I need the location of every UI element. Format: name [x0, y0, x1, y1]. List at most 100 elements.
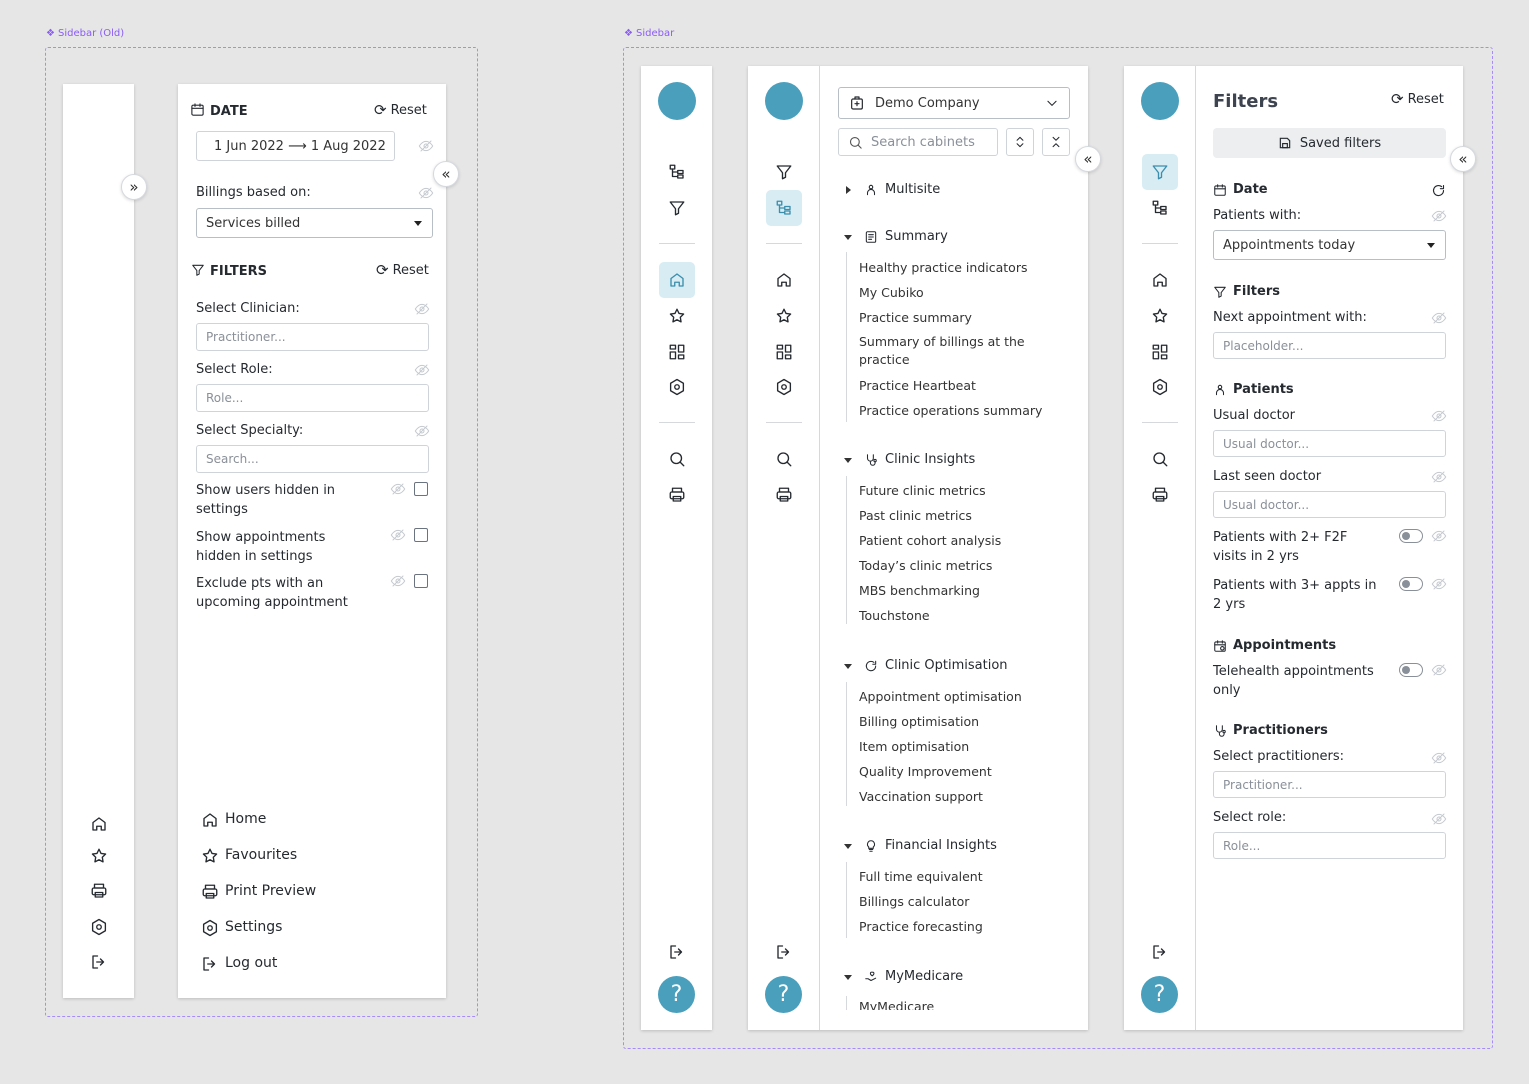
nav-link[interactable]: Touchstone	[859, 608, 930, 623]
eye-off-icon[interactable]	[414, 301, 430, 317]
practitioners-input[interactable]: Practitioner...	[1213, 771, 1446, 798]
dashboard-icon[interactable]	[775, 343, 793, 361]
collapse-button[interactable]: «	[433, 161, 459, 187]
nav-link[interactable]: Healthy practice indicators	[859, 260, 1027, 275]
home-icon[interactable]	[668, 271, 686, 289]
section-summary[interactable]: Summary	[885, 229, 948, 244]
home-icon[interactable]	[90, 815, 108, 833]
collapse-toggle[interactable]	[844, 844, 852, 849]
help-button[interactable]: ?	[1141, 976, 1178, 1013]
help-button[interactable]: ?	[658, 976, 695, 1013]
filter-icon[interactable]	[668, 199, 686, 217]
nav-link[interactable]: Quality Improvement	[859, 764, 992, 779]
eye-off-icon[interactable]	[414, 423, 430, 439]
nav-link[interactable]: Practice operations summary	[859, 403, 1042, 418]
collapse-toggle[interactable]	[844, 975, 852, 980]
usual-doctor-input[interactable]: Usual doctor...	[1213, 430, 1446, 457]
last-seen-input[interactable]: Usual doctor...	[1213, 491, 1446, 518]
nav-link[interactable]: My Cubiko	[859, 285, 924, 300]
expand-toggle[interactable]	[846, 186, 851, 194]
filter-icon[interactable]	[1151, 163, 1169, 181]
printer-icon[interactable]	[668, 486, 686, 504]
gear-icon[interactable]	[90, 918, 108, 936]
appts3-toggle[interactable]	[1399, 577, 1423, 591]
eye-off-icon[interactable]	[1431, 811, 1447, 827]
hierarchy-icon[interactable]	[775, 199, 793, 217]
collapse-toggle[interactable]	[844, 664, 852, 669]
nav-link[interactable]: Patient cohort analysis	[859, 533, 1001, 548]
eye-off-icon[interactable]	[390, 527, 406, 543]
exclude-pts-checkbox[interactable]	[414, 574, 428, 588]
eye-off-icon[interactable]	[1431, 662, 1447, 678]
gear-icon[interactable]	[775, 378, 793, 396]
eye-off-icon[interactable]	[390, 573, 406, 589]
company-select[interactable]: Demo Company	[838, 87, 1070, 119]
section-clinic-insights[interactable]: Clinic Insights	[885, 452, 975, 467]
search-cabinets-input[interactable]: Search cabinets	[838, 128, 998, 156]
specialty-input[interactable]: Search...	[196, 445, 429, 473]
gear-icon[interactable]	[1151, 378, 1169, 396]
patients-with-select[interactable]: Appointments today	[1213, 230, 1446, 260]
hierarchy-icon[interactable]	[1151, 199, 1169, 217]
date-range-input[interactable]: 1 Jun 2022 ⟶ 1 Aug 2022	[196, 131, 395, 161]
nav-link[interactable]: Future clinic metrics	[859, 483, 986, 498]
nav-link[interactable]: Full time equivalent	[859, 869, 983, 884]
nav-link[interactable]: Today’s clinic metrics	[859, 558, 992, 573]
section-mymedicare[interactable]: MyMedicare	[885, 969, 963, 984]
nav-link[interactable]: Appointment optimisation	[859, 689, 1022, 704]
eye-off-icon[interactable]	[418, 138, 434, 154]
nav-link[interactable]: Billing optimisation	[859, 714, 979, 729]
nav-link[interactable]: Practice summary	[859, 310, 972, 325]
nav-link[interactable]: Item optimisation	[859, 739, 969, 754]
eye-off-icon[interactable]	[1431, 310, 1447, 326]
star-icon[interactable]	[775, 307, 793, 325]
f2f-toggle[interactable]	[1399, 529, 1423, 543]
nav-link[interactable]: Practice forecasting	[859, 919, 983, 934]
expand-button[interactable]: »	[121, 174, 147, 200]
section-clinic-optimisation[interactable]: Clinic Optimisation	[885, 658, 1008, 673]
logout-icon[interactable]	[1151, 943, 1169, 961]
saved-filters-button[interactable]: Saved filters	[1213, 128, 1446, 158]
logout-icon[interactable]	[668, 943, 686, 961]
collapse-all-button[interactable]	[1042, 128, 1070, 156]
clinician-input[interactable]: Practitioner...	[196, 323, 429, 351]
printer-icon[interactable]	[1151, 486, 1169, 504]
show-appts-hidden-checkbox[interactable]	[414, 528, 428, 542]
collapse-toggle[interactable]	[844, 458, 852, 463]
star-icon[interactable]	[668, 307, 686, 325]
collapse-toggle[interactable]	[844, 235, 852, 240]
nav-link[interactable]: Vaccination support	[859, 789, 983, 804]
home-icon[interactable]	[1151, 271, 1169, 289]
refresh-icon[interactable]	[1431, 183, 1446, 198]
eye-off-icon[interactable]	[414, 362, 430, 378]
next-appt-input[interactable]: Placeholder...	[1213, 332, 1446, 359]
nav-link[interactable]: Practice Heartbeat	[859, 378, 976, 393]
eye-off-icon[interactable]	[1431, 528, 1447, 544]
eye-off-icon[interactable]	[1431, 469, 1447, 485]
nav-link[interactable]: Past clinic metrics	[859, 508, 972, 523]
printer-icon[interactable]	[90, 882, 108, 900]
filters-reset-button[interactable]: ⟳ Reset	[1391, 92, 1444, 108]
date-reset-button[interactable]: ⟳ Reset	[374, 103, 427, 119]
collapse-button[interactable]: «	[1075, 146, 1101, 172]
role-input[interactable]: Role...	[1213, 832, 1446, 859]
logout-icon[interactable]	[90, 953, 108, 971]
billings-select[interactable]: Services billed	[196, 208, 433, 238]
star-icon[interactable]	[1151, 307, 1169, 325]
nav-link[interactable]: MyMedicare	[859, 999, 934, 1010]
eye-off-icon[interactable]	[418, 185, 434, 201]
hierarchy-icon[interactable]	[668, 163, 686, 181]
eye-off-icon[interactable]	[390, 481, 406, 497]
dashboard-icon[interactable]	[668, 343, 686, 361]
gear-icon[interactable]	[668, 378, 686, 396]
printer-icon[interactable]	[775, 486, 793, 504]
nav-link[interactable]: Billings calculator	[859, 894, 969, 909]
dashboard-icon[interactable]	[1151, 343, 1169, 361]
star-icon[interactable]	[90, 847, 108, 865]
filters-reset-button[interactable]: ⟳ Reset	[376, 263, 429, 279]
filter-icon[interactable]	[775, 163, 793, 181]
home-icon[interactable]	[775, 271, 793, 289]
section-financial-insights[interactable]: Financial Insights	[885, 838, 997, 853]
eye-off-icon[interactable]	[1431, 408, 1447, 424]
search-icon[interactable]	[668, 450, 686, 468]
